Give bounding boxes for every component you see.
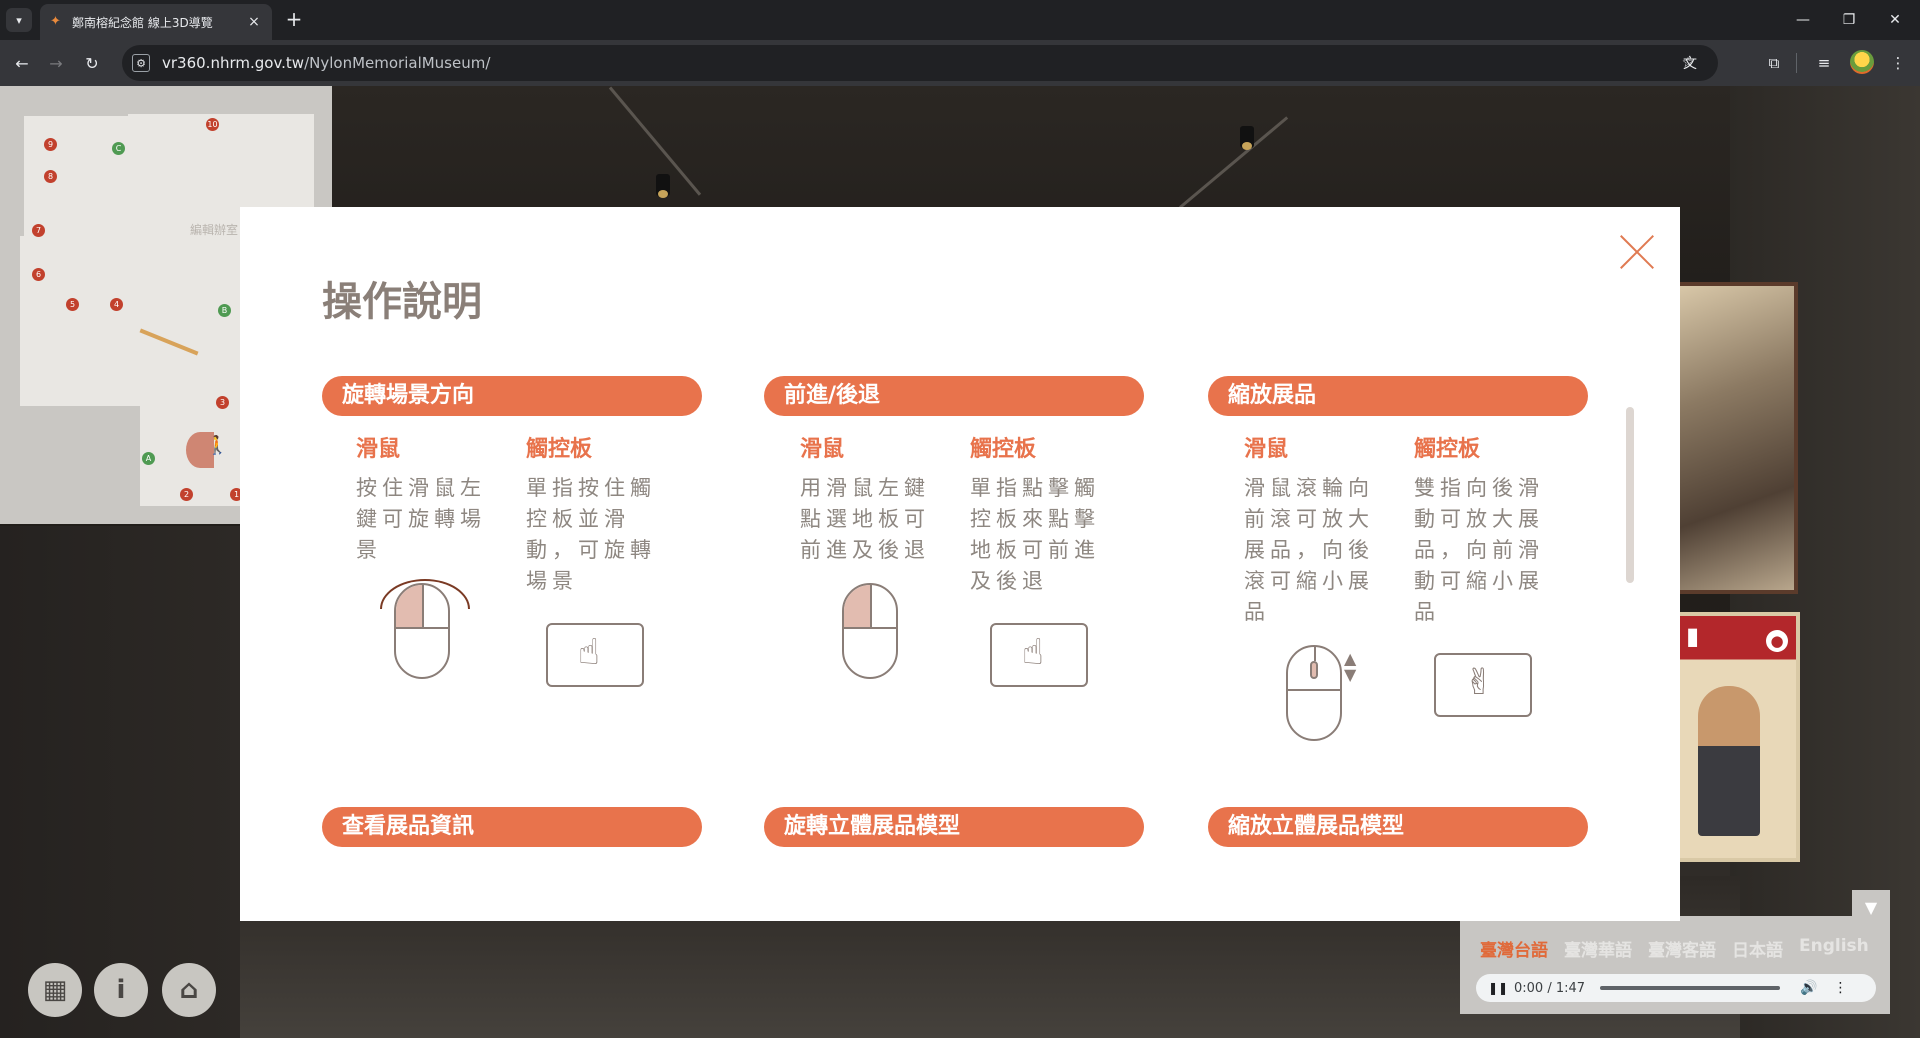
audio-guide-panel: 臺灣台語 臺灣華語 臺灣客語 日本語 English ❚❚ 0:00 / 1:4… [1460, 916, 1890, 1014]
window-close-icon[interactable]: ✕ [1872, 0, 1918, 40]
minimap-point-4[interactable]: 4 [110, 298, 123, 311]
star-icon[interactable]: ☆ [1678, 53, 1698, 73]
rotate-pad-heading: 觸控板 [526, 437, 593, 462]
audio-time: 0:00 / 1:47 [1514, 980, 1586, 996]
map-icon: ▦ [42, 975, 68, 1005]
minimap-area [24, 116, 128, 236]
section-forward-back: 前進/後退 [764, 376, 1144, 416]
modal-title: 操作說明 [322, 279, 482, 325]
magazine-portrait [1698, 686, 1760, 836]
section-view-info: 查看展品資訊 [322, 807, 702, 847]
ceiling-rail [608, 86, 702, 196]
more-options-icon[interactable]: ⋮ [1833, 980, 1847, 996]
exhibit-photo[interactable] [1676, 282, 1798, 594]
rotate-pad-text: 單指按住觸控板並滑動，可旋轉場景 [526, 476, 656, 593]
minimap-point-10[interactable]: 10 [206, 118, 219, 131]
site-info-icon[interactable]: ⚙ [132, 54, 150, 72]
mouse-left-click-icon [394, 583, 450, 679]
pause-icon[interactable]: ❚❚ [1488, 981, 1508, 995]
ceiling-rail [1179, 116, 1289, 209]
minimap-point-9[interactable]: 9 [44, 138, 57, 151]
lang-option[interactable]: 臺灣華語 [1564, 936, 1632, 961]
zoom-pad-heading: 觸控板 [1414, 437, 1481, 462]
lang-option[interactable]: 臺灣台語 [1480, 936, 1548, 961]
zoom-mouse-heading: 滑鼠 [1244, 437, 1289, 462]
forward-icon[interactable]: → [44, 51, 68, 75]
zoom-pad-text: 雙指向後滑動可放大展品，向前滑動可縮小展品 [1414, 476, 1544, 624]
info-icon: i [116, 975, 126, 1005]
magazine-badge: ● [1766, 630, 1788, 652]
ceiling-lamp [1240, 126, 1254, 150]
minimap-point-3[interactable]: 3 [216, 396, 229, 409]
volume-icon[interactable]: 🔊 [1800, 980, 1817, 996]
mouse-left-click-icon [842, 583, 898, 679]
toolbar-divider [1796, 53, 1797, 73]
media-icon[interactable]: ≡ [1812, 51, 1836, 75]
minimap-point-2[interactable]: 2 [180, 488, 193, 501]
move-pad-heading: 觸控板 [970, 437, 1037, 462]
minimap-point-7[interactable]: 7 [32, 224, 45, 237]
minimap-point-b[interactable]: B [218, 304, 231, 317]
tab-title: 鄭南榕紀念館 線上3D導覽 [72, 15, 213, 30]
browser-toolbar: ← → ↻ ⚙ vr360.nhrm.gov.tw/NylonMemorialM… [0, 40, 1920, 86]
info-button[interactable]: i [94, 963, 148, 1017]
move-mouse-heading: 滑鼠 [800, 437, 845, 462]
audio-player: ❚❚ 0:00 / 1:47 🔊 ⋮ [1476, 974, 1876, 1002]
menu-icon[interactable]: ⋮ [1886, 51, 1910, 75]
modal-scrollbar[interactable] [1626, 407, 1634, 583]
minimap-room-label: 編輯辦室 [190, 223, 239, 237]
tab-search-icon[interactable]: ▾ [6, 8, 32, 32]
ceiling-lamp [656, 174, 670, 198]
exhibit-magazine-cover[interactable]: ▮ ● [1676, 612, 1800, 862]
minimap-point-5[interactable]: 5 [66, 298, 79, 311]
restore-icon[interactable]: ❐ [1826, 0, 1872, 40]
zoom-mouse-text: 滑鼠滾輪向前滾可放大展品，向後滾可縮小展品 [1244, 476, 1374, 624]
section-zoom-model: 縮放立體展品模型 [1208, 807, 1588, 847]
close-icon[interactable] [1620, 235, 1654, 269]
minimap-point-8[interactable]: 8 [44, 170, 57, 183]
audio-progress-bar[interactable] [1600, 986, 1780, 990]
section-zoom-exhibit: 縮放展品 [1208, 376, 1588, 416]
address-bar[interactable]: ⚙ vr360.nhrm.gov.tw/NylonMemorialMuseum/… [122, 45, 1718, 81]
language-selector: 臺灣台語 臺灣華語 臺灣客語 日本語 English [1480, 936, 1869, 961]
section-rotate-scene: 旋轉場景方向 [322, 376, 702, 416]
chevron-down-icon: ▼ [1864, 897, 1878, 917]
favicon-icon: ✦ [50, 14, 61, 29]
instructions-modal: 操作說明 旋轉場景方向 滑鼠 按住滑鼠左鍵可旋轉場景 觸控板 單指按住觸控板並滑… [240, 207, 1680, 921]
move-pad-text: 單指點擊觸控板來點擊地板可前進及後退 [970, 476, 1100, 593]
minimap-point-6[interactable]: 6 [32, 268, 45, 281]
url-path: /NylonMemorialMuseum/ [304, 54, 491, 72]
extensions-icon[interactable]: ⧉ [1762, 51, 1786, 75]
new-tab-button[interactable]: + [282, 8, 306, 32]
minimap-point-c[interactable]: C [112, 142, 125, 155]
home-icon: ⌂ [179, 975, 199, 1005]
url-text: vr360.nhrm.gov.tw/NylonMemorialMuseum/ [162, 54, 490, 72]
rotate-mouse-heading: 滑鼠 [356, 437, 401, 462]
magazine-masthead: ▮ [1686, 622, 1700, 650]
lang-option[interactable]: 臺灣客語 [1648, 936, 1716, 961]
move-mouse-text: 用滑鼠左鍵點選地板可前進及後退 [800, 476, 930, 562]
url-host: vr360.nhrm.gov.tw [162, 54, 305, 72]
browser-tab-bar: ▾ ✦ 鄭南榕紀念館 線上3D導覽 × + — ❐ ✕ [0, 0, 1920, 40]
hand-drag-icon: ☝ [578, 632, 600, 673]
hand-two-finger-icon: ✌ [1464, 662, 1495, 703]
profile-avatar[interactable] [1850, 50, 1874, 74]
back-icon[interactable]: ← [10, 51, 34, 75]
minimap-point-a[interactable]: A [142, 452, 155, 465]
minimize-icon[interactable]: — [1780, 0, 1826, 40]
home-button[interactable]: ⌂ [162, 963, 216, 1017]
lang-option[interactable]: English [1799, 936, 1869, 961]
hand-tap-icon: ☝ [1022, 632, 1044, 673]
reload-icon[interactable]: ↻ [80, 51, 104, 75]
minimap-person-icon: 🚶 [206, 435, 229, 456]
lang-option[interactable]: 日本語 [1732, 936, 1783, 961]
section-rotate-model: 旋轉立體展品模型 [764, 807, 1144, 847]
scroll-arrows-icon: ▲ ▼ [1344, 649, 1357, 684]
mouse-scroll-icon [1286, 645, 1342, 741]
browser-tab[interactable]: ✦ 鄭南榕紀念館 線上3D導覽 × [40, 4, 272, 40]
tab-close-icon[interactable]: × [246, 14, 262, 30]
map-button[interactable]: ▦ [28, 963, 82, 1017]
rotate-mouse-text: 按住滑鼠左鍵可旋轉場景 [356, 476, 486, 562]
